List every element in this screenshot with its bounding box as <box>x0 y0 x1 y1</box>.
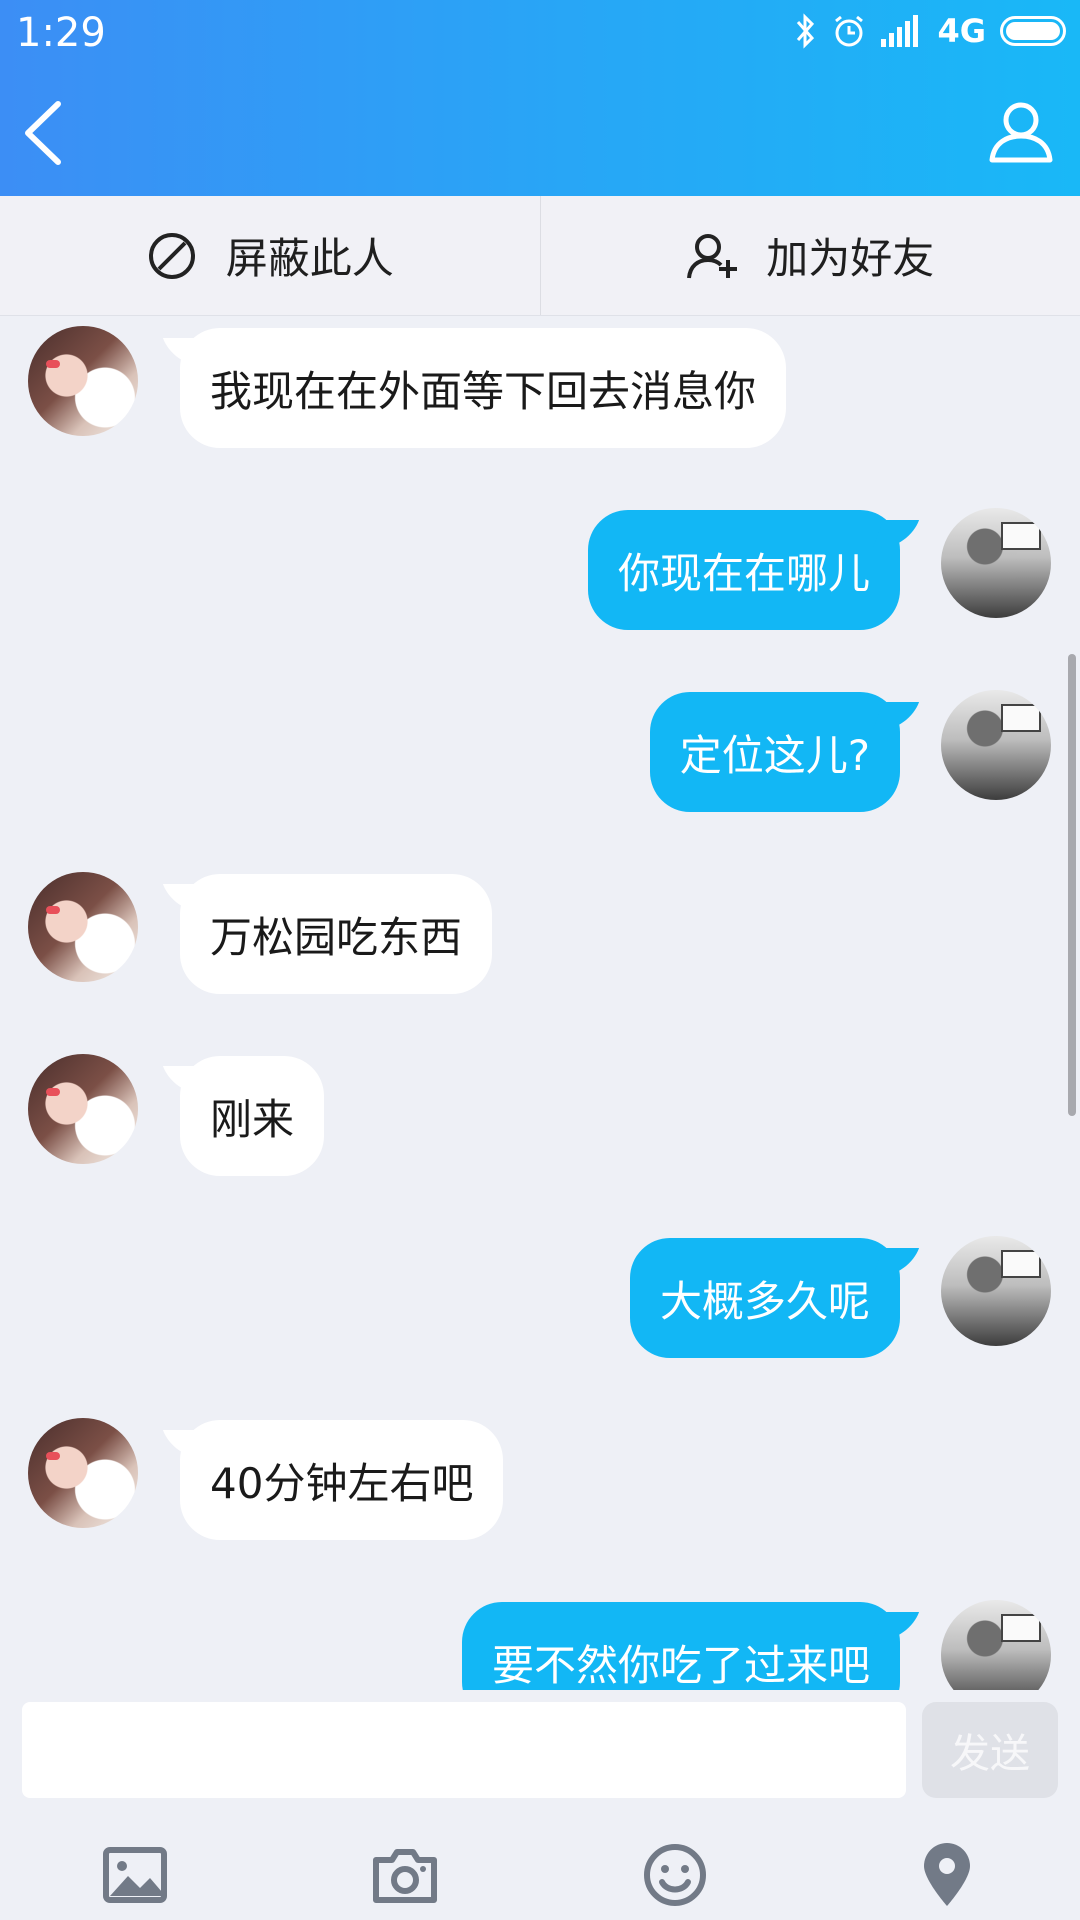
message-bubble-incoming[interactable]: 我现在在外面等下回去消息你 <box>180 328 787 448</box>
contact-avatar[interactable] <box>28 326 138 436</box>
image-button[interactable] <box>100 1840 170 1910</box>
block-user-button[interactable]: 屏蔽此人 <box>0 196 540 315</box>
message-bubble-outgoing[interactable]: 定位这儿? <box>649 692 900 812</box>
emoji-icon <box>644 1844 706 1906</box>
chat-header: 1:29 4G <box>0 0 1080 196</box>
contact-avatar[interactable] <box>28 1418 138 1528</box>
bluetooth-icon <box>797 13 815 49</box>
status-time: 1:29 <box>16 10 106 56</box>
send-button[interactable]: 发送 <box>922 1702 1058 1798</box>
alarm-icon <box>835 15 864 47</box>
self-avatar[interactable] <box>941 690 1051 800</box>
composer-toolbar <box>0 1840 1080 1920</box>
composer-bar: 发送 <box>0 1690 1080 1920</box>
add-friend-button[interactable]: 加为好友 <box>539 196 1080 315</box>
message-bubble-incoming[interactable]: 万松园吃东西 <box>180 874 493 994</box>
block-icon <box>148 232 195 279</box>
message-bubble-incoming[interactable]: 40分钟左右吧 <box>180 1420 504 1540</box>
contact-avatar[interactable] <box>28 1054 138 1164</box>
status-icons: 4G <box>795 12 1066 50</box>
signal-icon <box>881 15 919 47</box>
image-icon <box>103 1847 167 1903</box>
back-icon[interactable] <box>18 100 68 166</box>
contact-actions-bar: 屏蔽此人 加为好友 <box>0 196 1080 316</box>
camera-button[interactable] <box>370 1840 440 1910</box>
location-icon <box>924 1843 970 1906</box>
network-label: 4G <box>937 12 986 50</box>
message-bubble-outgoing[interactable]: 你现在在哪儿 <box>587 510 900 630</box>
add-friend-icon <box>687 233 738 278</box>
message-bubble-incoming[interactable]: 刚来 <box>180 1056 325 1176</box>
battery-icon <box>1000 16 1066 46</box>
message-bubble-outgoing[interactable]: 大概多久呢 <box>629 1238 900 1358</box>
add-friend-label: 加为好友 <box>766 234 935 283</box>
scrollbar[interactable] <box>1068 654 1076 1116</box>
location-button[interactable] <box>912 1840 982 1910</box>
message-input[interactable] <box>22 1702 906 1798</box>
profile-icon[interactable] <box>988 98 1054 164</box>
block-user-label: 屏蔽此人 <box>225 234 394 283</box>
self-avatar[interactable] <box>941 508 1051 618</box>
contact-avatar[interactable] <box>28 872 138 982</box>
camera-icon <box>373 1849 437 1903</box>
emoji-button[interactable] <box>640 1840 710 1910</box>
self-avatar[interactable] <box>941 1236 1051 1346</box>
